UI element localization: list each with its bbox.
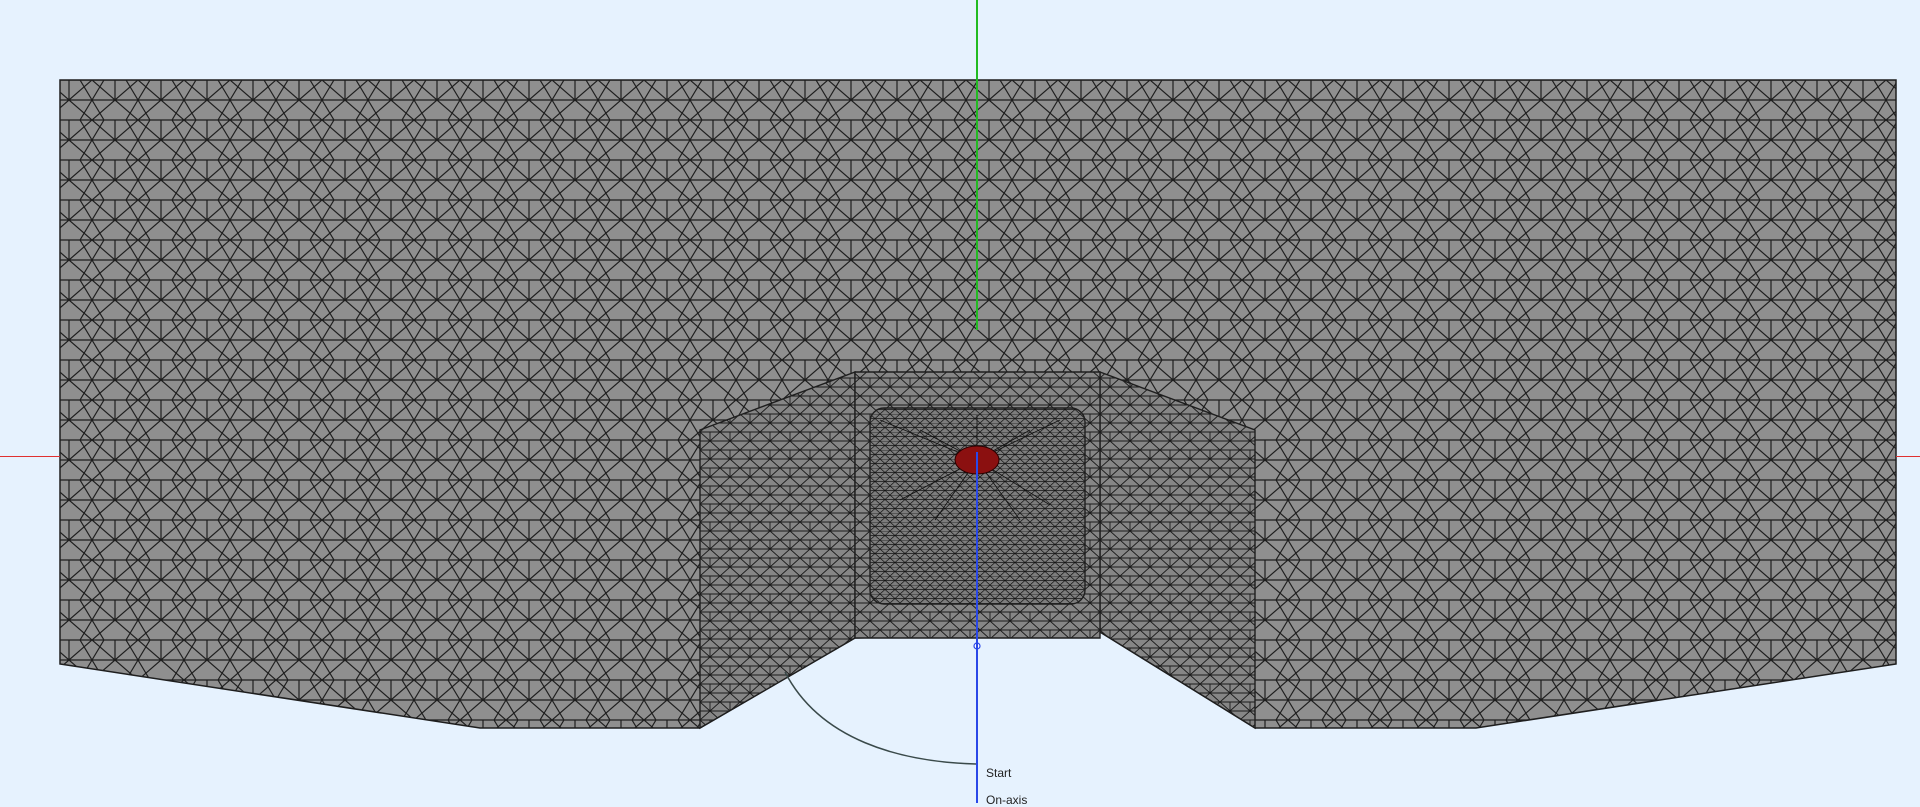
inference-guide-curve	[784, 671, 977, 765]
3d-viewport[interactable]: Start On-axis	[0, 0, 1920, 807]
blue-axis	[976, 452, 978, 803]
mesh-right-wall[interactable]	[1099, 370, 1256, 730]
red-axis-right	[1896, 456, 1920, 457]
inference-start-label: Start	[986, 766, 1012, 780]
green-axis	[976, 0, 978, 330]
mesh-scene[interactable]	[0, 0, 1920, 803]
mesh-left-wall[interactable]	[699, 370, 856, 730]
inference-on-axis-label: On-axis	[986, 793, 1028, 807]
red-axis-left	[0, 456, 60, 457]
